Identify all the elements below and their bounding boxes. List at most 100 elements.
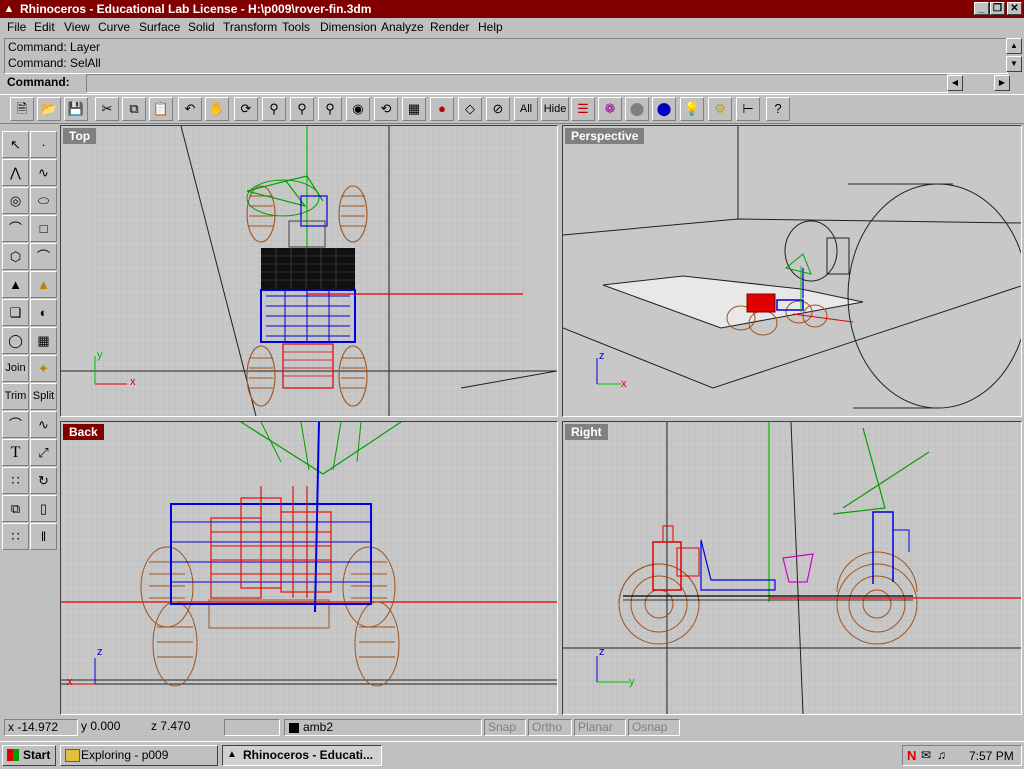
zoom-selected-icon[interactable]: ◉ — [346, 97, 370, 121]
scroll-down-icon[interactable]: ▼ — [1006, 56, 1022, 72]
scroll-track[interactable] — [963, 75, 993, 91]
network-tray-icon[interactable]: ✉ — [921, 748, 931, 762]
grid-array-icon[interactable]: ∷ — [2, 523, 29, 550]
cylinder-icon[interactable]: ◯ — [2, 327, 29, 354]
close-button[interactable]: ✕ — [1007, 2, 1022, 15]
snap-toggle[interactable]: Snap — [484, 719, 526, 736]
mirror-icon[interactable]: ▯ — [30, 495, 57, 522]
polyline-icon[interactable]: ⋀ — [2, 159, 29, 186]
ruler-icon[interactable]: ‖ — [30, 523, 57, 550]
light-bulb-icon[interactable]: 💡 — [680, 97, 704, 121]
split-button[interactable]: Split — [30, 383, 57, 410]
copy-icon[interactable]: ⧉ — [122, 97, 146, 121]
scroll-up-icon[interactable]: ▲ — [1006, 38, 1022, 54]
menu-tools[interactable]: Tools — [282, 20, 310, 34]
four-viewports-icon[interactable]: ▦ — [402, 97, 426, 121]
current-layer[interactable]: amb2 — [284, 719, 482, 736]
osnap-toggle[interactable]: Osnap — [628, 719, 680, 736]
options-gear-icon[interactable]: ⚙ — [708, 97, 732, 121]
menu-transform[interactable]: Transform — [223, 20, 277, 34]
open-folder-icon[interactable]: 📂 — [37, 97, 61, 121]
surface-icon[interactable]: ▲ — [2, 271, 29, 298]
ellipse-icon[interactable]: ⬭ — [30, 187, 57, 214]
menu-view[interactable]: View — [64, 20, 90, 34]
arc-icon[interactable]: ⌒ — [2, 215, 29, 242]
point-icon[interactable]: · — [30, 131, 57, 158]
menu-file[interactable]: File — [7, 20, 26, 34]
layer-icon[interactable]: ◇ — [458, 97, 482, 121]
restore-button[interactable]: ❐ — [990, 2, 1005, 15]
scroll-right-icon[interactable]: ▶ — [994, 75, 1010, 91]
taskbar-item-rhinoceros[interactable]: ▲ Rhinoceros - Educati... — [222, 745, 382, 766]
loft-surface-icon[interactable]: ▲ — [30, 271, 57, 298]
snap-circle-icon[interactable]: ⊘ — [486, 97, 510, 121]
trim-button[interactable]: Trim — [2, 383, 29, 410]
edit-points-icon[interactable]: ⌒ — [2, 411, 29, 438]
circle-icon[interactable]: ◎ — [2, 187, 29, 214]
rotate-view-icon[interactable]: ⟳ — [234, 97, 258, 121]
copy-object-icon[interactable]: ⧉ — [2, 495, 29, 522]
color-wheel-icon[interactable]: ❁ — [598, 97, 622, 121]
minimize-button[interactable]: _ — [974, 2, 989, 15]
planar-toggle[interactable]: Planar — [574, 719, 626, 736]
menu-solid[interactable]: Solid — [188, 20, 215, 34]
right-viewport[interactable]: y z Right — [562, 421, 1022, 715]
menu-edit[interactable]: Edit — [34, 20, 55, 34]
menu-help[interactable]: Help — [478, 20, 503, 34]
viewport-title-back[interactable]: Back — [63, 424, 104, 440]
new-file-icon[interactable]: 🗎 — [10, 97, 34, 121]
perspective-viewport[interactable]: x z Perspective — [562, 125, 1022, 417]
zoom-icon[interactable]: ⚲ — [262, 97, 286, 121]
curve-icon[interactable]: ∿ — [30, 159, 57, 186]
clock[interactable]: 7:57 PM — [969, 749, 1014, 763]
hide-button[interactable]: Hide — [541, 97, 569, 121]
explode-icon[interactable]: ✦ — [30, 355, 57, 382]
undo-view-icon[interactable]: ⟲ — [374, 97, 398, 121]
cut-icon[interactable]: ✂ — [95, 97, 119, 121]
viewport-title-perspective[interactable]: Perspective — [565, 128, 645, 144]
paste-icon[interactable]: 📋 — [149, 97, 173, 121]
dimension-icon[interactable]: ⊢ — [736, 97, 760, 121]
menu-surface[interactable]: Surface — [139, 20, 180, 34]
render-sphere-icon[interactable]: ⬤ — [652, 97, 676, 121]
rotate-icon[interactable]: ↻ — [30, 467, 57, 494]
sphere-icon[interactable]: ◐ — [30, 299, 57, 326]
text-tool-icon[interactable]: T — [2, 439, 29, 466]
fillet-icon[interactable]: ⌒ — [30, 243, 57, 270]
box-icon[interactable]: ❏ — [2, 299, 29, 326]
zoom-window-icon[interactable]: ⚲ — [290, 97, 314, 121]
command-history-scrollbar[interactable]: ▲ ▼ — [1006, 38, 1022, 72]
viewport-title-right[interactable]: Right — [565, 424, 608, 440]
array-icon[interactable]: ∷ — [2, 467, 29, 494]
rhino-app-icon[interactable]: ▲ — [2, 2, 16, 16]
save-icon[interactable]: 💾 — [64, 97, 88, 121]
rectangle-icon[interactable]: □ — [30, 215, 57, 242]
menu-dimension[interactable]: Dimension — [320, 20, 377, 34]
back-viewport[interactable]: x z Back — [60, 421, 558, 715]
show-all-button[interactable]: All — [514, 97, 538, 121]
shade-sphere-icon[interactable]: ⬤ — [625, 97, 649, 121]
layers-stack-icon[interactable]: ☰ — [571, 97, 595, 121]
scale-icon[interactable]: ⤢ — [30, 439, 57, 466]
pan-hand-icon[interactable]: ✋ — [205, 97, 229, 121]
properties-car-icon[interactable]: ● — [430, 97, 454, 121]
menu-render[interactable]: Render — [430, 20, 469, 34]
mesh-icon[interactable]: ▦ — [30, 327, 57, 354]
scroll-left-icon[interactable]: ◀ — [947, 75, 963, 91]
help-icon[interactable]: ? — [766, 97, 790, 121]
zoom-extents-icon[interactable]: ⚲ — [318, 97, 342, 121]
menu-curve[interactable]: Curve — [98, 20, 130, 34]
ortho-toggle[interactable]: Ortho — [528, 719, 572, 736]
viewport-title-top[interactable]: Top — [63, 128, 97, 144]
polygon-icon[interactable]: ⬡ — [2, 243, 29, 270]
command-input[interactable] — [86, 74, 948, 93]
top-viewport[interactable]: x y Top — [60, 125, 558, 417]
rebuild-icon[interactable]: ∿ — [30, 411, 57, 438]
start-button[interactable]: Start — [2, 745, 56, 766]
select-arrow-icon[interactable]: ↖ — [2, 131, 29, 158]
netscape-tray-icon[interactable]: N — [907, 748, 916, 763]
menu-analyze[interactable]: Analyze — [381, 20, 424, 34]
volume-tray-icon[interactable]: ♫ — [937, 748, 946, 762]
undo-icon[interactable]: ↶ — [178, 97, 202, 121]
join-button[interactable]: Join — [2, 355, 29, 382]
